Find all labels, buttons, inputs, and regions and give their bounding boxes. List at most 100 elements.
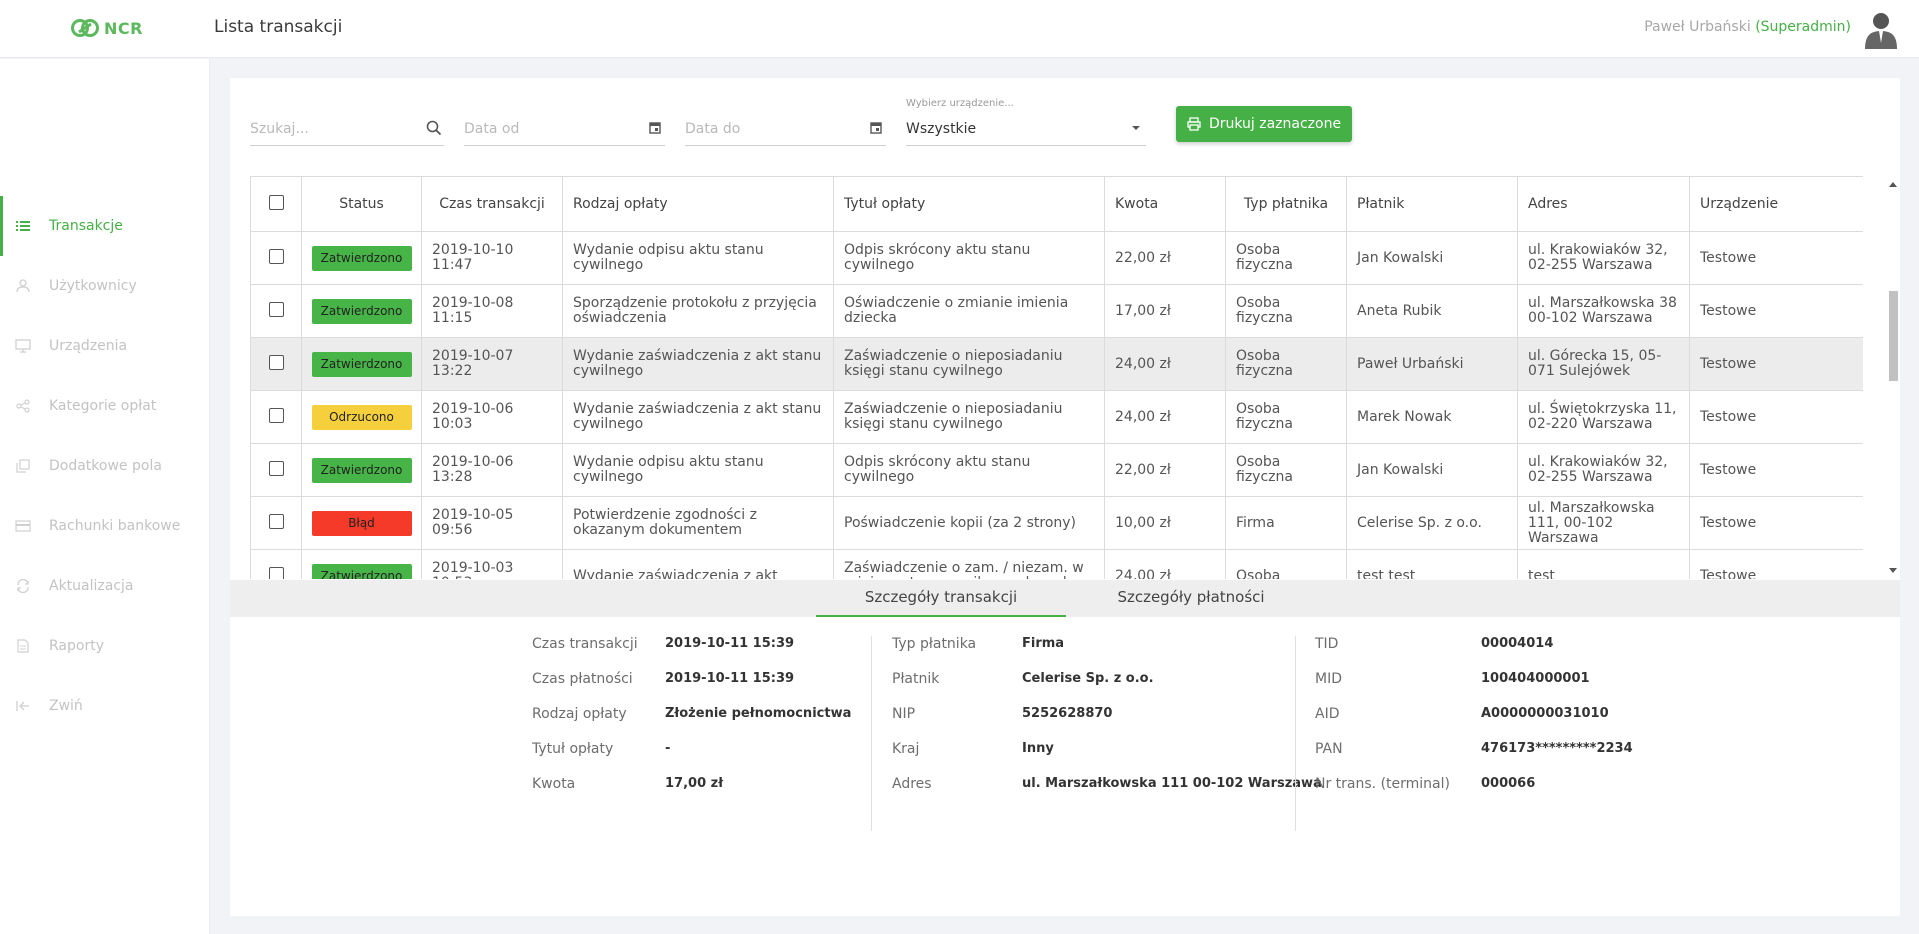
payer-type-cell: Firma [1225,496,1347,550]
detail-label: Rodzaj opłaty [532,706,627,722]
sidebar-item-label: Użytkownicy [49,278,137,294]
address-cell: ul. Świętokrzyska 11, 02-220 Warszawa [1517,390,1690,444]
calendar-icon[interactable] [868,120,884,136]
select-all-cell[interactable] [250,176,302,232]
search-icon[interactable] [426,120,442,136]
transactions-table: Status Czas transakcji Rodzaj opłaty Tyt… [250,176,1863,579]
search-input[interactable]: Szukaj... [250,108,444,146]
row-checkbox[interactable] [268,301,284,317]
column-header-device[interactable]: Urządzenie [1689,176,1863,232]
detail-value: 100404000001 [1481,671,1590,686]
status-cell: Odrzucono [301,390,422,444]
sidebar-item-label: Urządzenia [49,338,128,354]
device-select-value: Wszystkie [906,121,977,137]
device-cell: Testowe [1689,337,1863,391]
amount-cell: 24,00 zł [1104,390,1226,444]
monitor-icon [15,338,31,354]
fee-title-cell: Zaświadczenie o nieposiadaniu księgi sta… [833,390,1105,444]
detail-value: 00004014 [1481,636,1554,651]
table-row[interactable]: Zatwierdzono 2019-10-08 11:15 Sporządzenie… [250,284,1863,338]
detail-value: 2019-10-11 15:39 [665,671,795,686]
column-header-status[interactable]: Status [301,176,422,232]
print-selected-label: Drukuj zaznaczone [1208,116,1342,132]
avatar-icon[interactable] [1861,9,1901,49]
column-header-amount[interactable]: Kwota [1104,176,1226,232]
detail-label: Tytuł opłaty [532,741,614,757]
time-cell: 2019-10-05 09:56 [421,496,563,550]
status-cell: Zatwierdzono [301,231,422,285]
row-checkbox[interactable] [268,248,284,264]
status-cell: Zatwierdzono [301,549,422,579]
sidebar-item-transakcje[interactable]: Transakcje [0,196,210,256]
scroll-up-arrow[interactable] [1889,182,1897,187]
table-row[interactable]: Zatwierdzono 2019-10-06 13:28 Wydanie odpi… [250,443,1863,497]
table-scrollbar[interactable] [1886,176,1900,579]
address-cell: ul. Marszałkowska 38 00-102 Warszawa [1517,284,1690,338]
payer-cell: Paweł Urbański [1346,337,1518,391]
select-all-checkbox[interactable] [268,194,284,210]
scroll-down-arrow[interactable] [1889,568,1897,573]
detail-value: Inny [1022,741,1054,756]
amount-cell: 22,00 zł [1104,443,1226,497]
sidebar-item-label: Kategorie opłat [49,398,157,414]
device-cell: Testowe [1689,284,1863,338]
sidebar-item-raporty[interactable]: Raporty [0,616,210,676]
payer-cell: Jan Kowalski [1346,443,1518,497]
row-checkbox[interactable] [268,566,284,579]
row-select-cell[interactable] [250,337,302,391]
device-select[interactable]: Wybierz urządzenie... Wszystkie [906,98,1146,146]
column-header-time[interactable]: Czas transakcji [421,176,563,232]
row-checkbox[interactable] [268,407,284,423]
refresh-icon [15,578,31,594]
row-select-cell[interactable] [250,284,302,338]
row-checkbox[interactable] [268,513,284,529]
address-cell: test [1517,549,1690,579]
row-select-cell[interactable] [250,231,302,285]
sidebar-item-aktualizacja[interactable]: Aktualizacja [0,556,210,616]
sidebar-item-uzytkownicy[interactable]: Użytkownicy [0,256,210,316]
column-header-payer-type[interactable]: Typ płatnika [1225,176,1347,232]
column-header-address[interactable]: Adres [1517,176,1690,232]
user-info[interactable]: Paweł Urbański (Superadmin) [1644,19,1851,35]
address-cell: ul. Krakowiaków 32, 02-255 Warszawa [1517,443,1690,497]
table-row[interactable]: Odrzucono 2019-10-06 10:03 Wydanie zaświad… [250,390,1863,444]
status-badge: Zatwierdzono [311,298,412,324]
table-row[interactable]: Zatwierdzono 2019-10-10 11:47 Wydanie odpi… [250,231,1863,285]
table-row[interactable]: Błąd 2019-10-05 09:56 Potwierdzenie zgodno… [250,496,1863,550]
fee-title-cell: Zaświadczenie o nieposiadaniu księgi sta… [833,337,1105,391]
date-from-field[interactable]: Data od [464,108,665,146]
ncr-logo[interactable]: NCR [70,16,143,40]
row-select-cell[interactable] [250,443,302,497]
status-badge: Zatwierdzono [311,351,412,377]
row-checkbox[interactable] [268,460,284,476]
tab-transaction-details[interactable]: Szczegóły transakcji [816,580,1066,617]
print-selected-button[interactable]: Drukuj zaznaczone [1176,106,1352,142]
column-header-fee-type[interactable]: Rodzaj opłaty [562,176,834,232]
row-select-cell[interactable] [250,390,302,444]
table-row[interactable]: Zatwierdzono 2019-10-03 10:53Wydanie zaśw… [250,549,1863,579]
fee-title-cell: Odpis skrócony aktu stanu cywilnego [833,443,1105,497]
status-badge: Zatwierdzono [311,457,412,483]
chevron-down-icon [1132,126,1140,130]
sidebar-item-kategorie-oplat[interactable]: Kategorie opłat [0,376,210,436]
sidebar-item-label: Zwiń [49,698,83,714]
table-row[interactable]: Zatwierdzono 2019-10-07 13:22 Wydanie zaśw… [250,337,1863,391]
sidebar-item-urzadzenia[interactable]: Urządzenia [0,316,210,376]
column-header-fee-title[interactable]: Tytuł opłaty [833,176,1105,232]
row-checkbox[interactable] [268,354,284,370]
user-icon [15,278,31,294]
tab-payment-details[interactable]: Szczegóły płatności [1066,580,1316,617]
date-to-field[interactable]: Data do [685,108,886,146]
sidebar-item-rachunki-bankowe[interactable]: Rachunki bankowe [0,496,210,556]
detail-value: ul. Marszałkowska 111 00-102 Warszawa [1022,776,1322,791]
row-select-cell[interactable] [250,549,302,579]
sidebar-item-dodatkowe-pola[interactable]: Dodatkowe pola [0,436,210,496]
row-select-cell[interactable] [250,496,302,550]
calendar-icon[interactable] [647,120,663,136]
column-header-payer[interactable]: Płatnik [1346,176,1518,232]
scrollbar-thumb[interactable] [1889,291,1898,381]
time-cell: 2019-10-06 13:28 [421,443,563,497]
sidebar-item-zwin[interactable]: Zwiń [0,676,210,736]
time-cell: 2019-10-07 13:22 [421,337,563,391]
credit-card-icon [15,518,31,534]
